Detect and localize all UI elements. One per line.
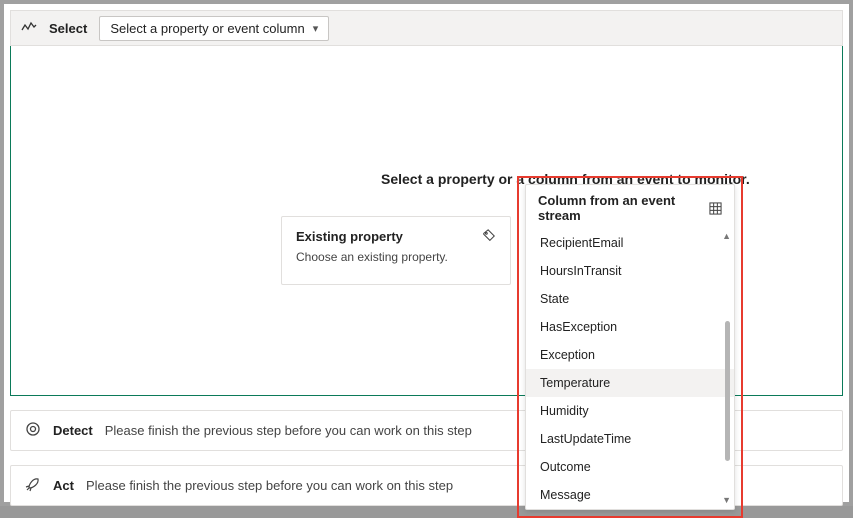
event-column-item[interactable]: LastUpdateTime bbox=[526, 425, 734, 453]
event-column-item[interactable]: HoursInTransit bbox=[526, 257, 734, 285]
rocket-icon bbox=[25, 476, 41, 495]
select-step-label: Select bbox=[49, 21, 87, 36]
event-column-item[interactable]: RecipientEmail bbox=[526, 229, 734, 257]
property-column-dropdown-text: Select a property or event column bbox=[110, 21, 304, 36]
act-step-title: Act bbox=[53, 478, 74, 493]
detect-step-message: Please finish the previous step before y… bbox=[105, 423, 472, 438]
event-column-panel: Column from an event stream ▲ Recipient bbox=[525, 184, 735, 510]
event-column-title: Column from an event stream bbox=[538, 193, 709, 223]
event-column-item[interactable]: Outcome bbox=[526, 453, 734, 481]
event-column-panel-highlight: Column from an event stream ▲ Recipient bbox=[517, 176, 743, 518]
tag-icon bbox=[482, 229, 496, 243]
chevron-down-icon: ▾ bbox=[313, 22, 319, 35]
existing-property-card[interactable]: Existing property Choose an existing pro… bbox=[281, 216, 511, 285]
scroll-up-icon[interactable]: ▲ bbox=[722, 231, 731, 241]
event-column-item[interactable]: Exception bbox=[526, 341, 734, 369]
event-column-item-selected[interactable]: Temperature bbox=[526, 369, 734, 397]
detect-step-title: Detect bbox=[53, 423, 93, 438]
select-step-toolbar: Select Select a property or event column… bbox=[10, 10, 843, 46]
detect-icon bbox=[25, 421, 41, 440]
event-column-item[interactable]: Humidity bbox=[526, 397, 734, 425]
event-column-item[interactable]: HasException bbox=[526, 313, 734, 341]
scroll-down-icon[interactable]: ▼ bbox=[722, 495, 731, 505]
event-column-item[interactable]: Message bbox=[526, 481, 734, 509]
property-column-dropdown[interactable]: Select a property or event column ▾ bbox=[99, 16, 329, 41]
existing-property-subtitle: Choose an existing property. bbox=[296, 250, 496, 264]
scrollbar-thumb[interactable] bbox=[725, 321, 730, 461]
event-column-item[interactable]: State bbox=[526, 285, 734, 313]
event-column-list: ▲ RecipientEmail HoursInTransit State Ha… bbox=[526, 229, 734, 509]
select-step-icon bbox=[21, 20, 37, 36]
table-icon bbox=[709, 202, 722, 215]
act-step-message: Please finish the previous step before y… bbox=[86, 478, 453, 493]
existing-property-title: Existing property bbox=[296, 229, 403, 244]
